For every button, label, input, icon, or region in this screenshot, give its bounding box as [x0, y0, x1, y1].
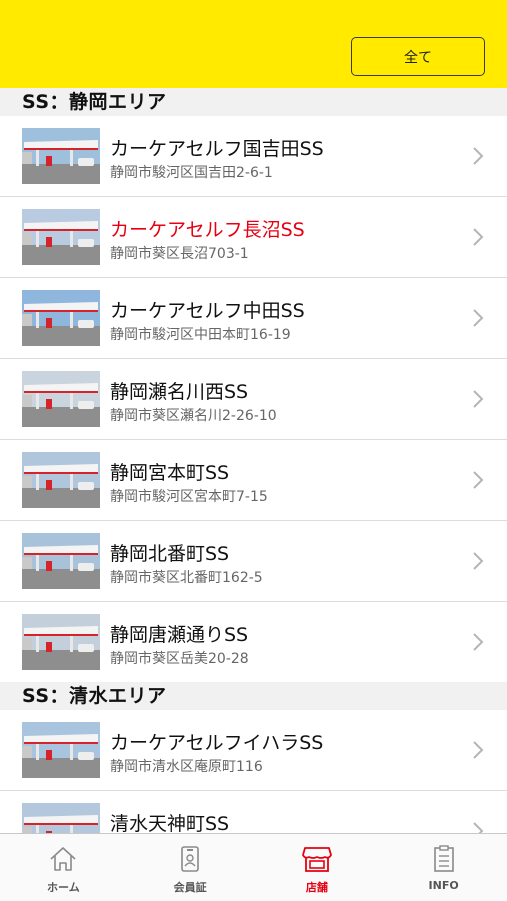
- station-name: 静岡瀬名川西SS: [110, 381, 249, 403]
- station-photo: [22, 533, 100, 589]
- station-row[interactable]: 清水天神町SS: [0, 791, 507, 833]
- station-row[interactable]: カーケアセルフ長沼SS 静岡市葵区長沼703-1: [0, 197, 507, 278]
- station-row[interactable]: カーケアセルフイハラSS 静岡市清水区庵原町116: [0, 710, 507, 791]
- section-body-shimizu: カーケアセルフイハラSS 静岡市清水区庵原町116 清水天神町SS: [0, 710, 507, 833]
- top-header: 全て: [0, 0, 507, 88]
- station-name: カーケアセルフイハラSS: [110, 732, 324, 754]
- chevron-right-icon: [473, 147, 484, 165]
- station-name: 静岡唐瀬通りSS: [110, 624, 249, 646]
- station-address: 静岡市駿河区国吉田2-6-1: [110, 165, 273, 181]
- station-photo: [22, 128, 100, 184]
- show-all-label: 全て: [404, 49, 432, 66]
- chevron-right-icon: [473, 228, 484, 246]
- station-photo: [22, 452, 100, 508]
- tab-member-card[interactable]: 会員証: [127, 834, 254, 901]
- station-photo: [22, 371, 100, 427]
- station-row[interactable]: 静岡北番町SS 静岡市葵区北番町162-5: [0, 521, 507, 602]
- station-address: 静岡市葵区岳美20-28: [110, 651, 249, 667]
- section-body-shizuoka: カーケアセルフ国吉田SS 静岡市駿河区国吉田2-6-1 カーケアセルフ長沼SS 静岡…: [0, 116, 507, 682]
- station-photo: [22, 290, 100, 346]
- tab-home[interactable]: ホーム: [0, 834, 127, 901]
- station-row[interactable]: 静岡宮本町SS 静岡市駿河区宮本町7-15: [0, 440, 507, 521]
- chevron-right-icon: [473, 309, 484, 327]
- show-all-button[interactable]: 全て: [351, 37, 485, 76]
- tab-info-label: INFO: [428, 879, 459, 892]
- station-name: カーケアセルフ中田SS: [110, 300, 305, 322]
- station-address: 静岡市葵区瀬名川2-26-10: [110, 408, 277, 424]
- station-photo: [22, 209, 100, 265]
- station-name: カーケアセルフ国吉田SS: [110, 138, 324, 160]
- station-row[interactable]: カーケアセルフ国吉田SS 静岡市駿河区国吉田2-6-1: [0, 116, 507, 197]
- chevron-right-icon: [473, 552, 484, 570]
- station-photo: [22, 803, 100, 833]
- chevron-right-icon: [473, 390, 484, 408]
- station-address: 静岡市駿河区宮本町7-15: [110, 489, 268, 505]
- section-header-shimizu: SS：清水エリア: [0, 682, 507, 710]
- station-name: カーケアセルフ長沼SS: [110, 219, 305, 241]
- member-card-icon: [181, 846, 199, 872]
- station-name: 清水天神町SS: [110, 813, 230, 833]
- chevron-right-icon: [473, 741, 484, 759]
- station-photo: [22, 614, 100, 670]
- section-header-shizuoka: SS：静岡エリア: [0, 88, 507, 116]
- chevron-right-icon: [473, 822, 484, 833]
- station-address: 静岡市葵区北番町162-5: [110, 570, 263, 586]
- station-list[interactable]: SS：静岡エリア カーケアセルフ国吉田SS 静岡市駿河区国吉田2-6-1 カーケア…: [0, 88, 507, 833]
- station-row[interactable]: 静岡瀬名川西SS 静岡市葵区瀬名川2-26-10: [0, 359, 507, 440]
- tab-member-card-label: 会員証: [173, 881, 207, 894]
- station-row[interactable]: カーケアセルフ中田SS 静岡市駿河区中田本町16-19: [0, 278, 507, 359]
- chevron-right-icon: [473, 633, 484, 651]
- station-row[interactable]: 静岡唐瀬通りSS 静岡市葵区岳美20-28: [0, 602, 507, 682]
- station-address: 静岡市清水区庵原町116: [110, 759, 263, 775]
- station-name: 静岡北番町SS: [110, 543, 230, 565]
- station-address: 静岡市駿河区中田本町16-19: [110, 327, 291, 343]
- tab-info[interactable]: INFO: [380, 834, 507, 901]
- tab-store[interactable]: 店舗: [254, 834, 381, 901]
- home-icon: [50, 847, 76, 871]
- info-document-icon: [433, 845, 454, 872]
- station-photo: [22, 722, 100, 778]
- store-icon: [301, 847, 332, 872]
- tab-home-label: ホーム: [47, 881, 80, 894]
- tab-store-label: 店舗: [305, 881, 328, 894]
- chevron-right-icon: [473, 471, 484, 489]
- station-name: 静岡宮本町SS: [110, 462, 230, 484]
- bottom-tab-bar: ホーム 会員証 店舗 INFO: [0, 833, 507, 901]
- station-address: 静岡市葵区長沼703-1: [110, 246, 249, 262]
